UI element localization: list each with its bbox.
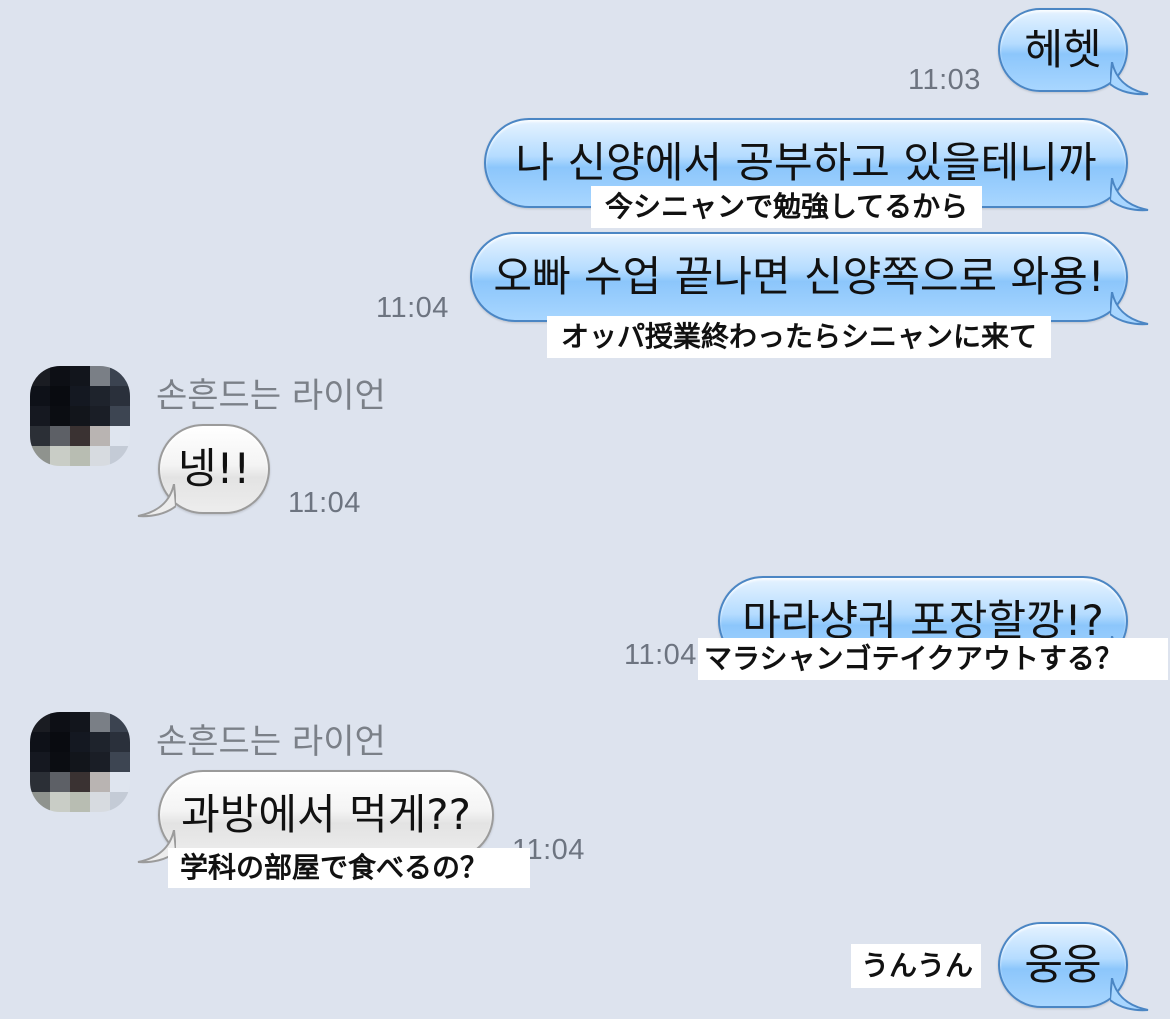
translation-caption: 今シニャンで勉強してるから [591, 186, 983, 228]
message-text: 웅웅 [1024, 940, 1102, 989]
sender-avatar[interactable] [30, 712, 130, 812]
translation-caption: 学科の部屋で食べるの？ [168, 848, 530, 888]
message-text: 오빠 수업 끝나면 신양쪽으로 와용! [493, 252, 1105, 301]
bubble-tail-icon [1110, 178, 1149, 212]
message-text: 나 신양에서 공부하고 있을테니까 [515, 138, 1097, 187]
their-message-bubble[interactable]: 과방에서 먹게?? [137, 770, 494, 864]
bubble-tail-icon [1110, 62, 1149, 96]
sender-avatar[interactable] [30, 366, 130, 466]
message-text: 헤헷 [1024, 25, 1102, 74]
translation-caption: マラシャンゴテイクアウトする？ [698, 638, 1168, 680]
sender-name: 손흔드는 라이언 [156, 722, 386, 762]
my-message-bubble[interactable]: 웅웅 [998, 922, 1149, 1012]
message-timestamp: 11:04 [624, 639, 697, 671]
my-message-bubble[interactable]: 오빠 수업 끝나면 신양쪽으로 와용! [470, 232, 1149, 326]
chat-message-list[interactable]: 헤헷 11:03 나 신양에서 공부하고 있을테니까 今シニャンで勉強してるから… [0, 0, 1170, 1019]
translation-caption: オッパ授業終わったらシニャンに来て [547, 316, 1052, 358]
bubble-tail-icon [137, 484, 176, 518]
message-timestamp: 11:04 [288, 487, 361, 519]
my-message-bubble[interactable]: 헤헷 [998, 8, 1149, 96]
message-timestamp: 11:03 [908, 64, 981, 96]
translation-caption: うんうん [851, 944, 981, 988]
message-timestamp: 11:04 [376, 292, 449, 324]
bubble-tail-icon [1110, 292, 1149, 326]
message-text: 넹!! [177, 444, 251, 493]
their-message-bubble[interactable]: 넹!! [137, 424, 270, 518]
message-text: 마라샹궈 포장할깡!? [742, 596, 1104, 645]
bubble-tail-icon [1110, 978, 1149, 1012]
sender-name: 손흔드는 라이언 [156, 376, 386, 416]
message-text: 과방에서 먹게?? [181, 790, 471, 839]
